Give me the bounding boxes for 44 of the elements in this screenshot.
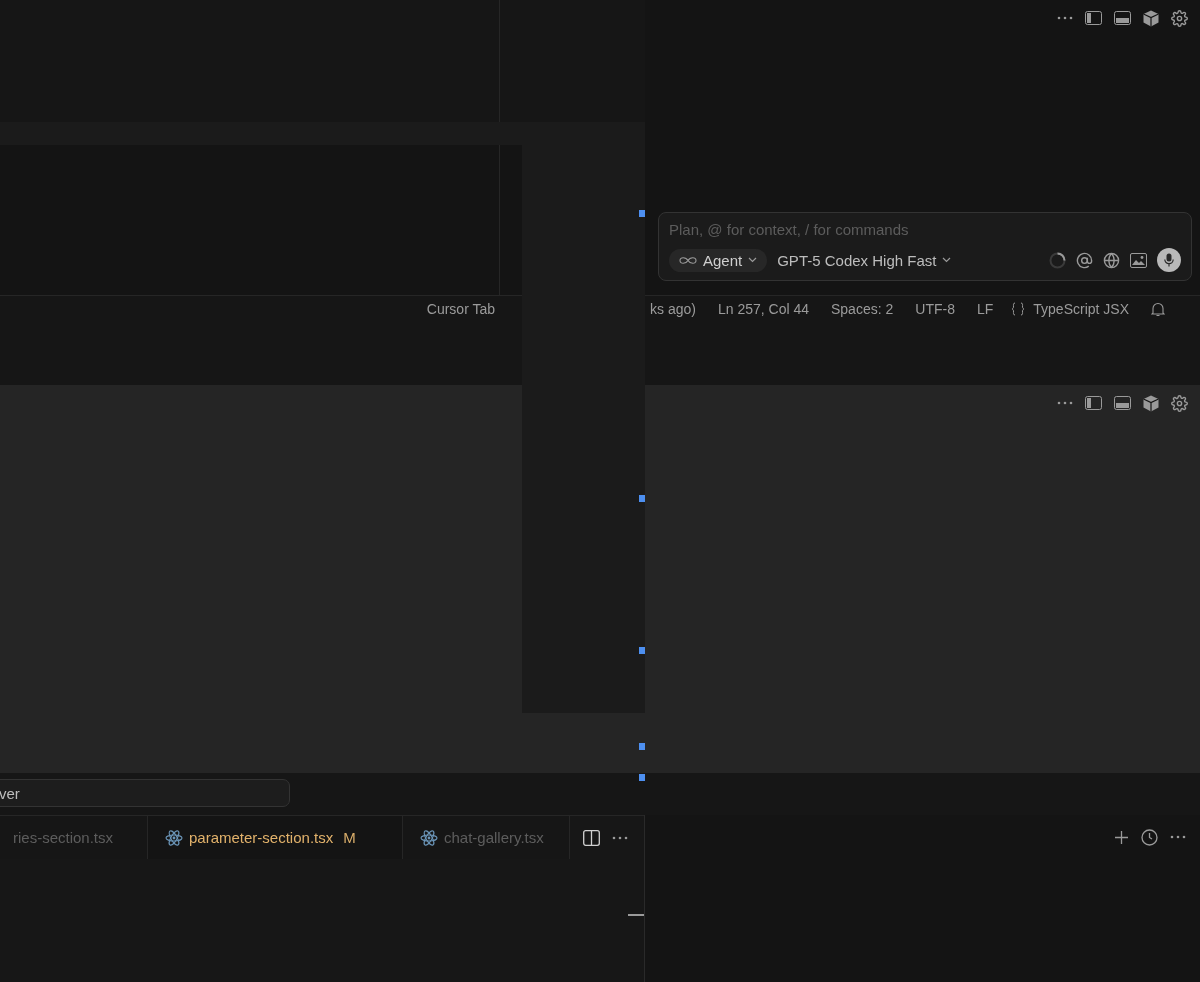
sidebar-toggle-icon[interactable] <box>1085 11 1102 25</box>
cube-icon[interactable] <box>1143 9 1159 27</box>
clock-icon[interactable] <box>1141 828 1158 846</box>
microphone-button[interactable] <box>1157 248 1181 272</box>
loading-spinner-icon <box>1049 251 1066 269</box>
sidebar-toggle-icon[interactable] <box>1085 396 1102 410</box>
status-item[interactable]: Spaces: 2 <box>831 301 894 317</box>
more-icon[interactable] <box>1170 835 1186 839</box>
model-dropdown[interactable]: GPT-5 Codex High Fast <box>777 251 952 269</box>
cube-icon[interactable] <box>1143 394 1159 412</box>
chevron-down-icon <box>942 257 952 263</box>
status-item[interactable]: ks ago) <box>650 301 696 317</box>
panel-toggle-icon[interactable] <box>1114 396 1131 410</box>
image-icon[interactable] <box>1130 252 1147 268</box>
split-editor-icon[interactable] <box>583 829 600 846</box>
chevron-down-icon <box>748 257 758 263</box>
plus-icon[interactable] <box>1114 829 1129 845</box>
mode-dropdown[interactable]: Agent <box>669 248 768 272</box>
react-icon <box>165 829 183 846</box>
panel-toggle-icon[interactable] <box>1114 11 1131 25</box>
status-item[interactable]: Ln 257, Col 44 <box>717 301 809 317</box>
settings-icon[interactable] <box>1171 394 1188 412</box>
drop-marker <box>639 495 645 502</box>
braces-icon <box>1011 302 1026 316</box>
chat-input-field[interactable]: Plan, @ for context, / for commands <box>669 221 1181 238</box>
status-item[interactable]: Cursor Tab <box>426 301 495 317</box>
scroll-marker <box>628 914 644 916</box>
more-icon[interactable] <box>612 835 628 840</box>
infinity-icon <box>679 255 697 265</box>
more-icon[interactable] <box>1057 401 1073 405</box>
drop-marker <box>639 647 645 654</box>
status-item[interactable]: TypeScript JSX <box>1033 301 1129 317</box>
drop-marker <box>639 743 645 750</box>
microphone-icon <box>1164 253 1174 267</box>
react-icon <box>420 829 438 846</box>
drop-marker <box>639 774 645 781</box>
status-item[interactable]: UTF-8 <box>915 301 955 317</box>
settings-icon[interactable] <box>1171 9 1188 27</box>
status-item[interactable]: LF <box>976 301 994 317</box>
globe-icon[interactable] <box>1103 251 1120 269</box>
bell-icon[interactable] <box>1151 301 1165 317</box>
more-icon[interactable] <box>1057 16 1073 20</box>
mention-icon[interactable] <box>1076 251 1093 269</box>
drop-marker <box>639 210 645 217</box>
